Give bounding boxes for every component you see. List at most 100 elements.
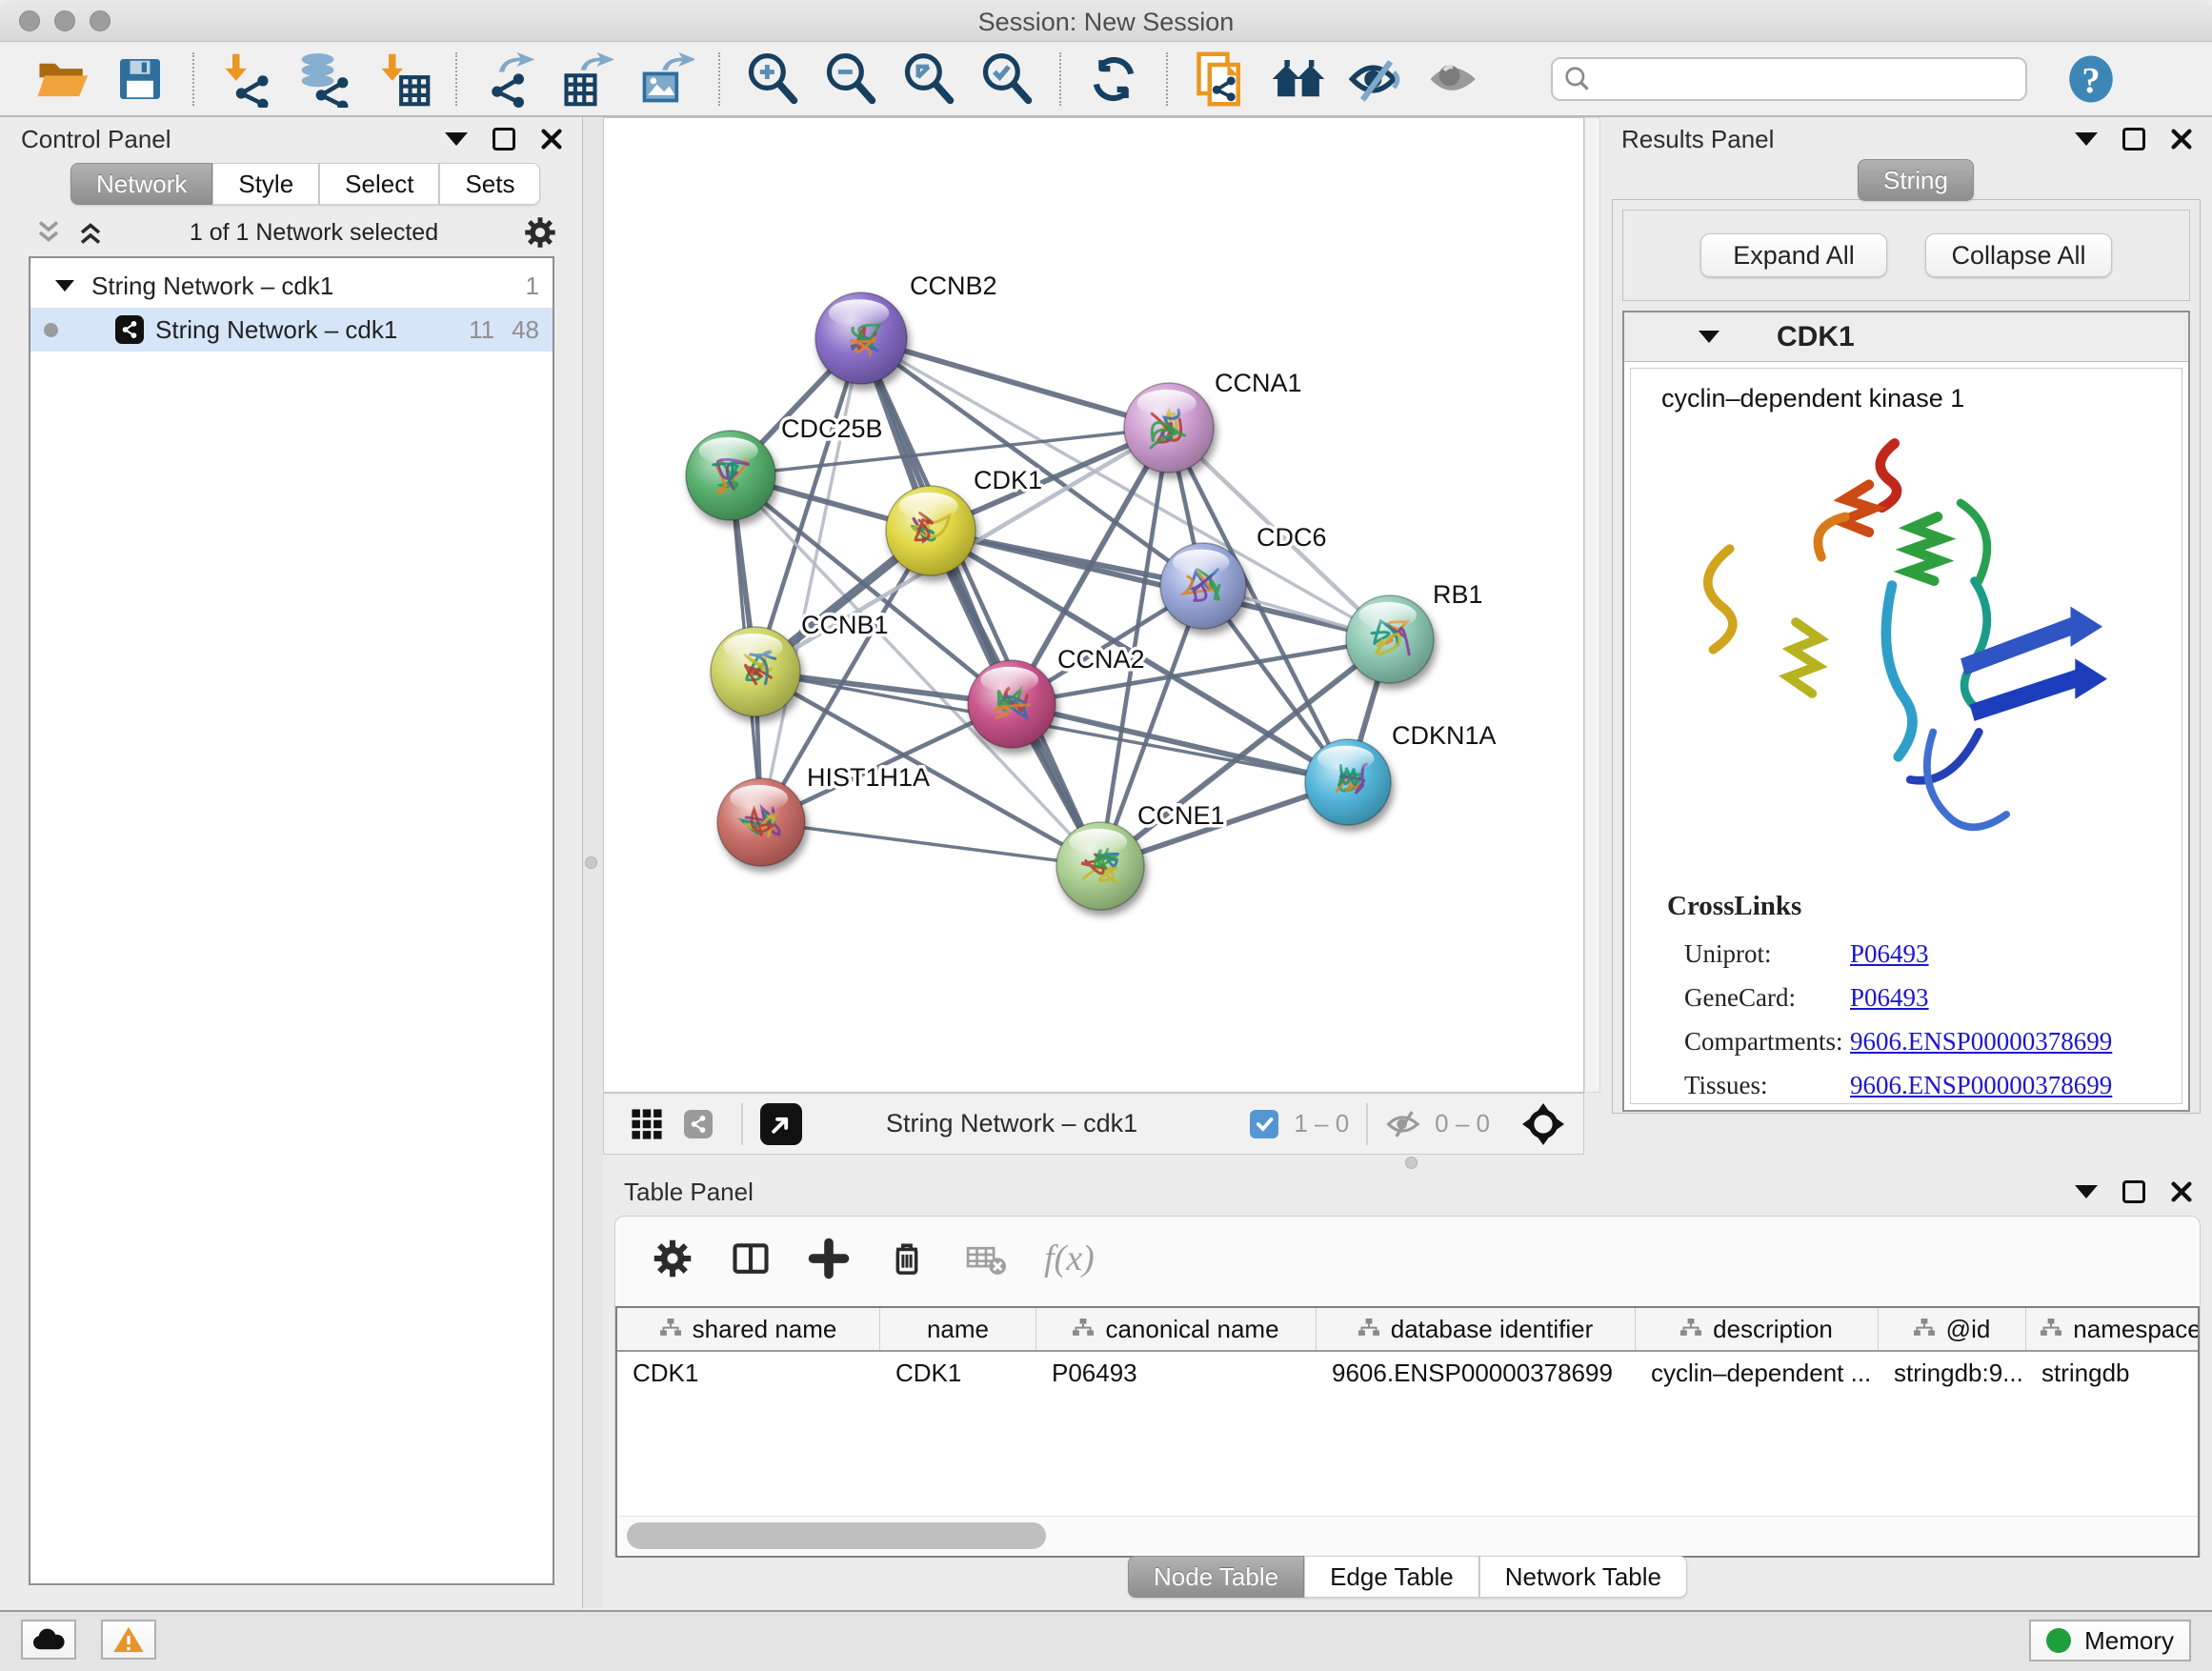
table-cell[interactable]: CDK1 <box>880 1352 1036 1394</box>
export-network-icon[interactable] <box>480 50 539 109</box>
table-horizontal-scrollbar[interactable] <box>619 1516 2200 1554</box>
node-ccnb2[interactable] <box>815 292 907 384</box>
first-neighbors-icon[interactable] <box>1269 50 1328 109</box>
show-columns-icon[interactable] <box>730 1238 772 1279</box>
tab-edge-table[interactable]: Edge Table <box>1304 1556 1479 1598</box>
column-header-description[interactable]: description <box>1636 1308 1879 1350</box>
clone-network-icon[interactable] <box>1191 50 1250 109</box>
tab-node-table[interactable]: Node Table <box>1128 1556 1304 1598</box>
help-icon[interactable]: ? <box>2061 50 2121 109</box>
network-collection-row[interactable]: String Network – cdk1 1 <box>30 264 553 308</box>
table-cell[interactable]: P06493 <box>1036 1352 1317 1394</box>
close-panel-icon[interactable] <box>2170 128 2193 151</box>
node-cdc25b[interactable] <box>686 431 775 520</box>
zoom-fit-icon[interactable] <box>899 50 958 109</box>
zoom-in-icon[interactable] <box>743 50 802 109</box>
collapse-all-icon[interactable] <box>34 218 63 247</box>
edge-ccnb2-ccna1[interactable] <box>861 338 1169 428</box>
node-ccne1[interactable] <box>1056 822 1144 910</box>
tab-network-table[interactable]: Network Table <box>1479 1556 1687 1598</box>
panel-menu-icon[interactable] <box>2075 1185 2098 1198</box>
node-entry-header[interactable]: CDK1 <box>1624 312 2188 362</box>
collection-count: 1 <box>526 272 539 301</box>
column-header-canonical-name[interactable]: canonical name <box>1036 1308 1317 1350</box>
refresh-icon[interactable] <box>1084 50 1143 109</box>
import-network-from-database-icon[interactable] <box>295 50 354 109</box>
column-header-namespace[interactable]: namespace <box>2026 1308 2200 1350</box>
edge-hist1h1a-ccne1[interactable] <box>761 822 1100 866</box>
column-header-shared-name[interactable]: shared name <box>617 1308 880 1350</box>
crosslink-link[interactable]: P06493 <box>1850 939 1929 969</box>
show-all-icon[interactable] <box>1425 50 1484 109</box>
panel-menu-icon[interactable] <box>2075 132 2098 146</box>
node-ccna1[interactable] <box>1124 383 1214 473</box>
node-cdk1[interactable] <box>886 486 975 575</box>
panel-menu-icon[interactable] <box>445 132 468 146</box>
node-ccna2[interactable] <box>968 660 1056 748</box>
tab-network[interactable]: Network <box>70 163 212 205</box>
selected-checkbox[interactable] <box>1250 1110 1278 1138</box>
import-table-icon[interactable] <box>373 50 432 109</box>
pan-navigator-icon[interactable] <box>1522 1103 1564 1145</box>
horizontal-splitter-handle[interactable] <box>1405 1157 1418 1169</box>
scrollbar-thumb[interactable] <box>627 1522 1046 1549</box>
add-column-icon[interactable] <box>808 1238 850 1279</box>
cloud-button[interactable] <box>21 1620 76 1660</box>
warnings-button[interactable] <box>101 1620 156 1660</box>
close-panel-icon[interactable] <box>540 128 563 151</box>
edge-ccnb2-hist1h1a[interactable] <box>761 338 861 822</box>
float-panel-icon[interactable] <box>2122 1180 2145 1203</box>
export-image-icon[interactable] <box>636 50 695 109</box>
table-cell[interactable]: CDK1 <box>617 1352 880 1394</box>
memory-button[interactable]: Memory <box>2029 1620 2191 1661</box>
grid-view-icon[interactable] <box>631 1108 663 1140</box>
node-cdc6[interactable] <box>1160 543 1246 629</box>
collapse-collection-icon[interactable] <box>55 280 74 292</box>
left-splitter-handle[interactable] <box>585 856 597 869</box>
collapse-entry-icon[interactable] <box>1699 331 1719 343</box>
search-input[interactable] <box>1593 65 2012 92</box>
hide-selected-icon[interactable] <box>1347 50 1406 109</box>
tab-style[interactable]: Style <box>212 163 319 205</box>
column-header--id[interactable]: @id <box>1879 1308 2026 1350</box>
crosslink-link[interactable]: P06493 <box>1850 983 1929 1013</box>
entry-body: cyclin–dependent kinase 1 <box>1630 368 2182 1104</box>
float-panel-icon[interactable] <box>493 128 515 151</box>
node-hist1h1a[interactable] <box>717 778 805 866</box>
node-ccnb1[interactable] <box>711 627 800 716</box>
tab-sets[interactable]: Sets <box>439 163 540 205</box>
network-canvas[interactable]: CCNB2CDC25BCDK1CCNA1CDC6RB1CCNB1CCNA2CDK… <box>603 117 1584 1093</box>
collapse-all-button[interactable]: Collapse All <box>1925 233 2112 277</box>
open-session-icon[interactable] <box>32 50 91 109</box>
crosslink-link[interactable]: 9606.ENSP00000378699 <box>1850 1027 2112 1057</box>
expand-all-button[interactable]: Expand All <box>1700 233 1887 277</box>
node-rb1[interactable] <box>1346 595 1434 683</box>
save-session-icon[interactable] <box>111 50 170 109</box>
string-view-icon[interactable] <box>684 1110 713 1138</box>
table-cell[interactable]: stringdb:9... <box>1879 1352 2026 1394</box>
float-panel-icon[interactable] <box>2122 128 2145 151</box>
column-header-database-identifier[interactable]: database identifier <box>1317 1308 1636 1350</box>
zoom-selected-icon[interactable] <box>977 50 1036 109</box>
crosslink-link[interactable]: 9606.ENSP00000378699 <box>1850 1071 2112 1100</box>
node-label-ccnb1: CCNB1 <box>801 611 889 639</box>
canvas-scrollbar[interactable] <box>1584 117 1600 1093</box>
birdseye-view-icon[interactable] <box>760 1103 802 1145</box>
node-cdkn1a[interactable] <box>1305 739 1391 825</box>
gear-icon[interactable] <box>523 215 557 250</box>
delete-column-icon[interactable] <box>886 1238 928 1279</box>
table-settings-gear-icon[interactable] <box>652 1238 694 1279</box>
table-row[interactable]: CDK1CDK1P064939606.ENSP00000378699cyclin… <box>617 1352 2198 1394</box>
column-header-name[interactable]: name <box>880 1308 1036 1350</box>
tab-string[interactable]: String <box>1858 159 1974 201</box>
tab-select[interactable]: Select <box>319 163 439 205</box>
import-network-icon[interactable] <box>217 50 276 109</box>
table-cell[interactable]: stringdb <box>2026 1352 2200 1394</box>
table-cell[interactable]: 9606.ENSP00000378699 <box>1317 1352 1636 1394</box>
export-table-icon[interactable] <box>558 50 617 109</box>
table-cell[interactable]: cyclin–dependent ... <box>1636 1352 1879 1394</box>
zoom-out-icon[interactable] <box>821 50 880 109</box>
network-row-selected[interactable]: String Network – cdk1 11 48 <box>30 308 553 352</box>
expand-all-icon[interactable] <box>76 218 105 247</box>
close-panel-icon[interactable] <box>2170 1180 2193 1203</box>
